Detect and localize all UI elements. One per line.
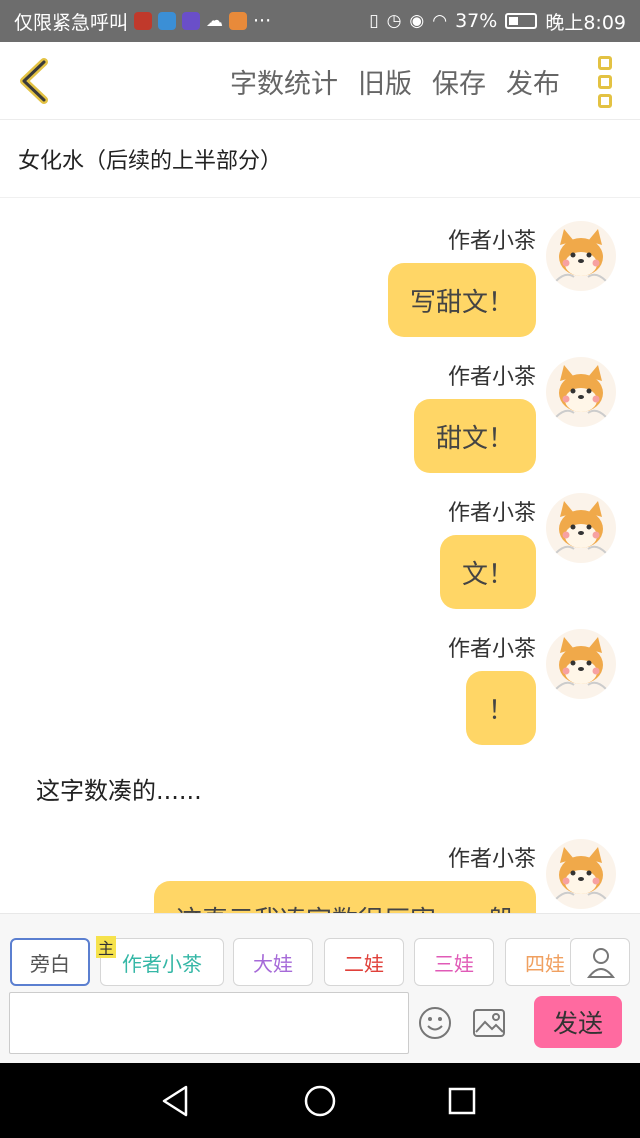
old-version-button[interactable]: 旧版 [358,62,412,101]
nav-home-icon [304,1085,336,1117]
role-label: 四娃 [525,951,565,976]
role-chip-erwa[interactable]: 二娃 [324,938,404,986]
shiba-dog-icon [555,847,607,900]
emoji-icon [419,1007,451,1039]
user-icon [586,948,616,978]
composer-panel: 旁白 主 作者小茶 大娃 二娃 三娃 四娃 发送 [0,913,640,1063]
chat-message[interactable]: 作者小茶 甜文！ [413,357,616,473]
nav-recents-button[interactable] [444,1083,480,1119]
app-notification-icon [229,12,248,30]
more-vertical-icon-dot [598,75,612,89]
app-notification-icon [182,12,201,30]
nav-home-button[interactable] [302,1083,338,1119]
message-author: 作者小茶 [447,365,536,390]
image-icon [473,1009,505,1037]
chat-message[interactable]: 作者小茶 写甜文！ [387,221,616,337]
chat-message[interactable]: 作者小茶 ！ [448,629,616,745]
shiba-dog-icon [555,229,607,282]
send-button[interactable]: 发送 [534,996,622,1048]
chat-message[interactable]: 作者小茶 这真元我凑字数很厉害……般 [153,839,616,913]
role-label: 作者小茶 [122,951,202,976]
role-chip-author[interactable]: 作者小茶 [100,938,224,986]
message-bubble[interactable]: 文！ [439,535,536,609]
role-label: 三娃 [434,951,474,976]
battery-percent: 37% [455,10,498,32]
back-button[interactable] [14,56,54,106]
message-author: 作者小茶 [447,847,536,872]
role-chip-dawa[interactable]: 大娃 [233,938,313,986]
shiba-dog-icon [555,365,607,418]
navigation-bar [0,1063,640,1138]
message-input[interactable] [9,992,409,1054]
carrier-text: 仅限紧急呼叫 [14,11,129,34]
message-bubble[interactable]: 这真元我凑字数很厉害……般 [153,881,536,913]
vibrate-icon: ▯ [369,11,379,31]
battery-icon [505,13,538,29]
story-title[interactable]: 女化水（后续的上半部分） [0,120,640,198]
role-chip-narrator[interactable]: 旁白 [10,938,90,986]
nav-recents-icon [448,1087,476,1115]
shiba-dog-icon [555,501,607,554]
cloud-icon: ☁ [206,11,224,31]
message-author: 作者小茶 [447,637,536,662]
narration-message[interactable]: 这字数凑的...... [36,771,202,806]
more-vertical-icon-dot [598,94,612,108]
more-vertical-icon [598,56,612,70]
chat-area[interactable]: 作者小茶 写甜文！ 作者小茶 甜文！ 作者小茶 文！ 作者小茶 ！ 这字数凑的.… [0,199,640,913]
word-count-button[interactable]: 字数统计 [230,62,338,101]
message-author: 作者小茶 [447,229,536,254]
eye-icon: ◉ [409,11,425,31]
message-bubble[interactable]: 甜文！ [413,399,536,473]
avatar[interactable] [546,629,616,699]
role-label: 旁白 [30,951,70,976]
nav-back-button[interactable] [158,1083,194,1119]
message-bubble[interactable]: ！ [465,671,536,745]
avatar[interactable] [546,357,616,427]
role-selector[interactable]: 旁白 主 作者小茶 大娃 二娃 三娃 四娃 [10,936,570,988]
app-notification-icon [134,12,153,30]
app-notification-icon [158,12,177,30]
more-notifications: ··· [253,10,272,32]
emoji-button[interactable] [418,1006,452,1040]
message-author: 作者小茶 [447,501,536,526]
status-bar: 仅限紧急呼叫 ☁ ··· ▯ ◷ ◉ ◠ 37% 晚上8:09 [0,0,640,42]
image-button[interactable] [472,1008,506,1038]
clock: 晚上8:09 [545,11,626,34]
role-label: 大娃 [253,951,293,976]
avatar[interactable] [546,493,616,563]
role-label: 二娃 [344,951,384,976]
chat-message[interactable]: 作者小茶 文！ [439,493,616,609]
alarm-icon: ◷ [386,11,402,31]
nav-back-icon [162,1085,188,1117]
role-chip-sanwa[interactable]: 三娃 [414,938,494,986]
more-menu-button[interactable] [595,56,615,108]
wifi-icon: ◠ [432,11,448,31]
publish-button[interactable]: 发布 [506,62,560,101]
role-chip-siwa[interactable]: 四娃 [505,938,570,986]
back-chevron-icon [20,58,48,104]
avatar[interactable] [546,839,616,909]
message-bubble[interactable]: 写甜文！ [387,263,536,337]
top-bar: 字数统计 旧版 保存 发布 [0,42,640,120]
add-role-button[interactable] [570,938,630,986]
avatar[interactable] [546,221,616,291]
save-button[interactable]: 保存 [432,62,486,101]
main-role-badge: 主 [96,936,116,958]
shiba-dog-icon [555,637,607,690]
